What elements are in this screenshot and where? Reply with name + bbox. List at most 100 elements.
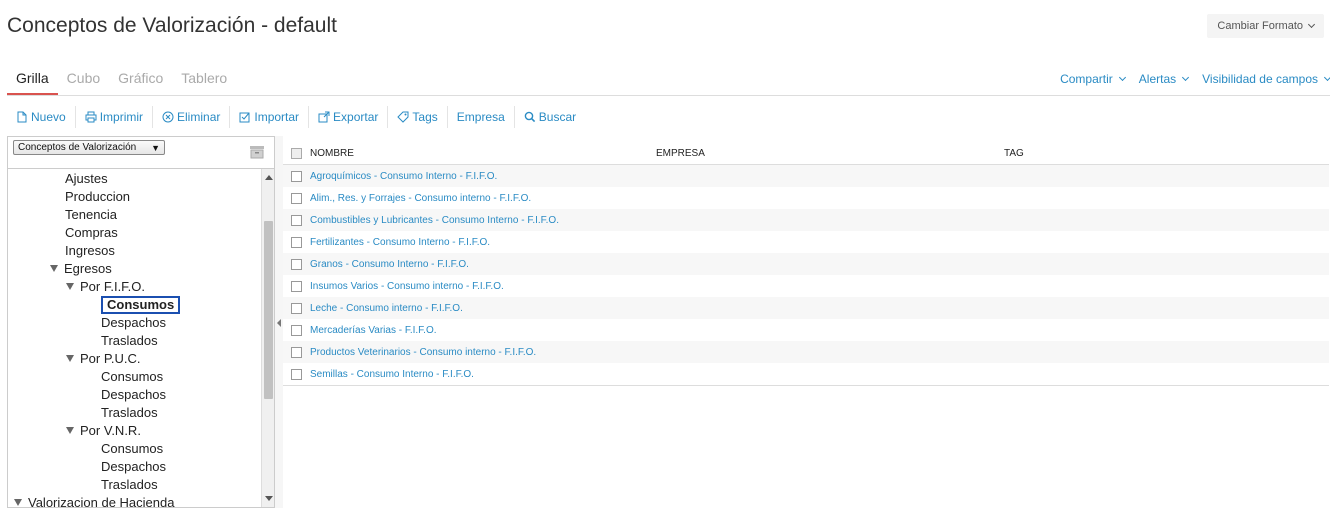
archive-icon[interactable] — [249, 145, 265, 159]
column-header-empresa[interactable]: EMPRESA — [656, 148, 1004, 159]
row-select-cell — [283, 258, 310, 270]
collapse-left-icon[interactable] — [277, 319, 281, 327]
tree-node[interactable]: Despachos — [101, 386, 166, 404]
tree-node[interactable]: Consumos — [101, 368, 163, 386]
scroll-thumb[interactable] — [264, 221, 273, 399]
share-link-label: Compartir — [1060, 72, 1113, 86]
table-row[interactable]: Combustibles y Lubricantes - Consumo Int… — [283, 209, 1329, 231]
cell-nombre[interactable]: Agroquímicos - Consumo Interno - F.I.F.O… — [310, 171, 656, 182]
tree-selector[interactable]: Conceptos de Valorización ▼ — [13, 140, 165, 155]
tree-node-label: Por V.N.R. — [80, 423, 141, 438]
tags-button[interactable]: Tags — [388, 106, 448, 128]
tree-node[interactable]: Egresos — [50, 260, 112, 278]
row-checkbox[interactable] — [291, 368, 302, 380]
table-row[interactable]: Semillas - Consumo Interno - F.I.F.O. — [283, 363, 1329, 385]
cell-nombre[interactable]: Fertilizantes - Consumo Interno - F.I.F.… — [310, 237, 656, 248]
export-icon — [318, 111, 330, 123]
row-checkbox[interactable] — [291, 214, 302, 226]
row-checkbox[interactable] — [291, 236, 302, 248]
tab-grilla[interactable]: Grilla — [7, 70, 58, 96]
alerts-link[interactable]: Alertas — [1139, 72, 1190, 86]
tree-node-label: Traslados — [101, 477, 158, 492]
tree-node[interactable]: Consumos — [101, 440, 163, 458]
export-button-label: Exportar — [333, 110, 379, 124]
tree-node-label: Tenencia — [65, 207, 118, 222]
print-button[interactable]: Imprimir — [76, 106, 154, 128]
tree-node[interactable]: Despachos — [101, 314, 166, 332]
table-row[interactable]: Granos - Consumo Interno - F.I.F.O. — [283, 253, 1329, 275]
tree-selector-value: Conceptos de Valorización — [18, 142, 137, 153]
tree-node[interactable]: Ingresos — [65, 242, 115, 260]
row-checkbox[interactable] — [291, 346, 302, 358]
table-row[interactable]: Mercaderías Varias - F.I.F.O. — [283, 319, 1329, 341]
delete-button[interactable]: Eliminar — [153, 106, 231, 128]
expand-triangle-icon[interactable] — [14, 499, 22, 507]
select-all-checkbox[interactable] — [291, 148, 302, 159]
tabs-divider — [7, 95, 1330, 96]
expand-triangle-icon[interactable] — [66, 355, 74, 363]
tree-node[interactable]: Traslados — [101, 332, 158, 350]
share-link[interactable]: Compartir — [1060, 72, 1126, 86]
company-button[interactable]: Empresa — [448, 106, 515, 128]
expand-triangle-icon[interactable] — [50, 265, 58, 273]
tree-node[interactable]: Compras — [65, 224, 118, 242]
table-row[interactable]: Alim., Res. y Forrajes - Consumo interno… — [283, 187, 1329, 209]
change-format-label: Cambiar Formato — [1217, 20, 1303, 32]
grid-header: NOMBRE EMPRESA TAG — [283, 143, 1329, 165]
row-checkbox[interactable] — [291, 302, 302, 314]
cell-nombre[interactable]: Leche - Consumo interno - F.I.F.O. — [310, 303, 656, 314]
tab-grafico[interactable]: Gráfico — [109, 70, 172, 96]
table-row[interactable]: Productos Veterinarios - Consumo interno… — [283, 341, 1329, 363]
column-header-nombre[interactable]: NOMBRE — [310, 148, 656, 159]
change-format-button[interactable]: Cambiar Formato — [1207, 14, 1324, 38]
tree-node[interactable]: Tenencia — [65, 206, 117, 224]
import-icon — [239, 111, 251, 123]
tree-node-label: Consumos — [101, 369, 164, 384]
tree-node-label: Valorizacion de Hacienda — [28, 495, 175, 507]
tree-scrollbar[interactable] — [261, 169, 274, 507]
cell-nombre[interactable]: Combustibles y Lubricantes - Consumo Int… — [310, 215, 656, 226]
panel-collapse-strip[interactable] — [275, 136, 283, 508]
cell-nombre[interactable]: Semillas - Consumo Interno - F.I.F.O. — [310, 369, 656, 380]
tree-node[interactable]: Ajustes — [65, 170, 108, 188]
cell-nombre[interactable]: Productos Veterinarios - Consumo interno… — [310, 347, 656, 358]
row-checkbox[interactable] — [291, 170, 302, 182]
tab-tablero[interactable]: Tablero — [172, 70, 236, 96]
row-checkbox[interactable] — [291, 280, 302, 292]
cell-nombre[interactable]: Mercaderías Varias - F.I.F.O. — [310, 325, 656, 336]
printer-icon — [85, 111, 97, 123]
row-select-cell — [283, 368, 310, 380]
tree-node[interactable]: Traslados — [101, 404, 158, 422]
tree-node[interactable]: Por F.I.F.O. — [66, 278, 145, 296]
export-button[interactable]: Exportar — [309, 106, 389, 128]
row-checkbox[interactable] — [291, 258, 302, 270]
cell-nombre[interactable]: Alim., Res. y Forrajes - Consumo interno… — [310, 193, 656, 204]
tree-node-label: Traslados — [101, 333, 158, 348]
tab-cubo[interactable]: Cubo — [58, 70, 109, 96]
expand-triangle-icon[interactable] — [66, 427, 74, 435]
import-button[interactable]: Importar — [230, 106, 310, 128]
scroll-up-icon[interactable] — [265, 175, 273, 180]
tree-node[interactable]: Consumos — [101, 296, 181, 314]
tree-node[interactable]: Por P.U.C. — [66, 350, 140, 368]
table-row[interactable]: Agroquímicos - Consumo Interno - F.I.F.O… — [283, 165, 1329, 187]
search-button[interactable]: Buscar — [515, 106, 585, 128]
tree-node[interactable]: Por V.N.R. — [66, 422, 141, 440]
scroll-down-icon[interactable] — [265, 496, 273, 501]
expand-triangle-icon[interactable] — [66, 283, 74, 291]
tree-node[interactable]: Traslados — [101, 476, 158, 494]
table-row[interactable]: Fertilizantes - Consumo Interno - F.I.F.… — [283, 231, 1329, 253]
column-header-tag[interactable]: TAG — [1004, 148, 1329, 159]
chevron-down-icon — [1307, 20, 1316, 29]
tree-node[interactable]: Despachos — [101, 458, 166, 476]
field-visibility-link[interactable]: Visibilidad de campos — [1202, 72, 1330, 86]
tree-node[interactable]: Valorizacion de Hacienda — [14, 494, 174, 507]
cell-nombre[interactable]: Granos - Consumo Interno - F.I.F.O. — [310, 259, 656, 270]
row-checkbox[interactable] — [291, 324, 302, 336]
tree-node[interactable]: Produccion — [65, 188, 130, 206]
cell-nombre[interactable]: Insumos Varios - Consumo interno - F.I.F… — [310, 281, 656, 292]
table-row[interactable]: Leche - Consumo interno - F.I.F.O. — [283, 297, 1329, 319]
new-button[interactable]: Nuevo — [7, 106, 76, 128]
table-row[interactable]: Insumos Varios - Consumo interno - F.I.F… — [283, 275, 1329, 297]
row-checkbox[interactable] — [291, 192, 302, 204]
